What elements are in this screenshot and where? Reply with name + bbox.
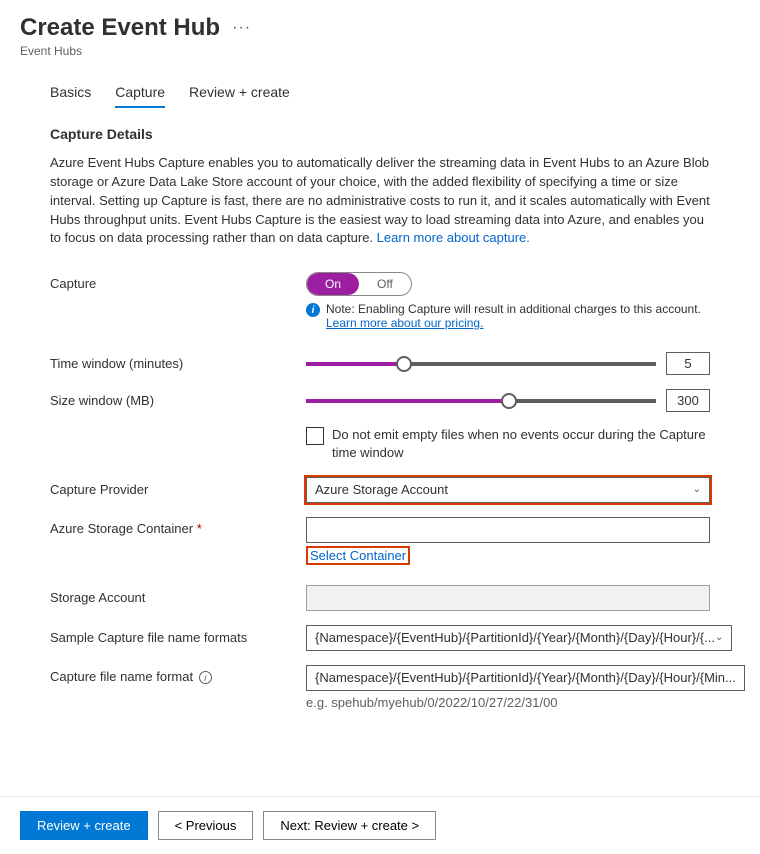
page-title: Create Event Hub	[20, 14, 220, 42]
info-icon: i	[306, 303, 320, 317]
capture-provider-select[interactable]: Azure Storage Account ⌄	[306, 477, 710, 503]
size-window-slider-thumb[interactable]	[501, 393, 517, 409]
time-window-label: Time window (minutes)	[50, 356, 306, 371]
capture-note: Note: Enabling Capture will result in ad…	[326, 302, 701, 316]
tab-bar: Basics Capture Review + create	[0, 64, 760, 108]
file-format-example: e.g. spehub/myehub/0/2022/10/27/22/31/00	[306, 695, 745, 710]
pricing-link[interactable]: Learn more about our pricing.	[326, 316, 483, 330]
time-window-slider[interactable]	[306, 362, 656, 366]
storage-container-input[interactable]	[306, 517, 710, 543]
capture-label: Capture	[50, 272, 306, 291]
sample-formats-select[interactable]: {Namespace}/{EventHub}/{PartitionId}/{Ye…	[306, 625, 732, 651]
review-create-button[interactable]: Review + create	[20, 811, 148, 840]
select-container-link[interactable]: Select Container	[310, 548, 406, 563]
capture-provider-label: Capture Provider	[50, 482, 306, 497]
storage-account-input	[306, 585, 710, 611]
capture-toggle[interactable]: On Off	[306, 272, 412, 296]
section-title: Capture Details	[50, 126, 710, 142]
learn-more-capture-link[interactable]: Learn more about capture.	[377, 230, 530, 245]
storage-container-label: Azure Storage Container *	[50, 517, 306, 536]
capture-provider-value: Azure Storage Account	[315, 482, 448, 497]
storage-account-label: Storage Account	[50, 590, 306, 605]
info-icon[interactable]: i	[199, 671, 212, 684]
chevron-down-icon: ⌄	[715, 632, 723, 643]
required-icon: *	[197, 521, 202, 536]
empty-files-checkbox[interactable]	[306, 427, 324, 445]
sample-formats-value: {Namespace}/{EventHub}/{PartitionId}/{Ye…	[315, 630, 715, 645]
size-window-value[interactable]: 300	[666, 389, 710, 412]
size-window-slider[interactable]	[306, 399, 656, 403]
breadcrumb: Event Hubs	[20, 44, 740, 58]
more-icon[interactable]: ···	[232, 19, 251, 37]
capture-toggle-on[interactable]: On	[307, 273, 359, 295]
sample-formats-label: Sample Capture file name formats	[50, 630, 306, 645]
file-format-label: Capture file name format i	[50, 665, 306, 685]
section-description: Azure Event Hubs Capture enables you to …	[50, 154, 710, 248]
empty-files-label: Do not emit empty files when no events o…	[332, 426, 710, 462]
file-format-input[interactable]: {Namespace}/{EventHub}/{PartitionId}/{Ye…	[306, 665, 745, 691]
tab-capture[interactable]: Capture	[115, 84, 165, 108]
previous-button[interactable]: < Previous	[158, 811, 254, 840]
chevron-down-icon: ⌄	[693, 484, 701, 495]
size-window-label: Size window (MB)	[50, 393, 306, 408]
footer: Review + create < Previous Next: Review …	[0, 796, 760, 854]
time-window-slider-thumb[interactable]	[396, 356, 412, 372]
tab-basics[interactable]: Basics	[50, 84, 91, 108]
capture-toggle-off[interactable]: Off	[359, 273, 411, 295]
next-button[interactable]: Next: Review + create >	[263, 811, 436, 840]
tab-review-create[interactable]: Review + create	[189, 84, 290, 108]
time-window-value[interactable]: 5	[666, 352, 710, 375]
